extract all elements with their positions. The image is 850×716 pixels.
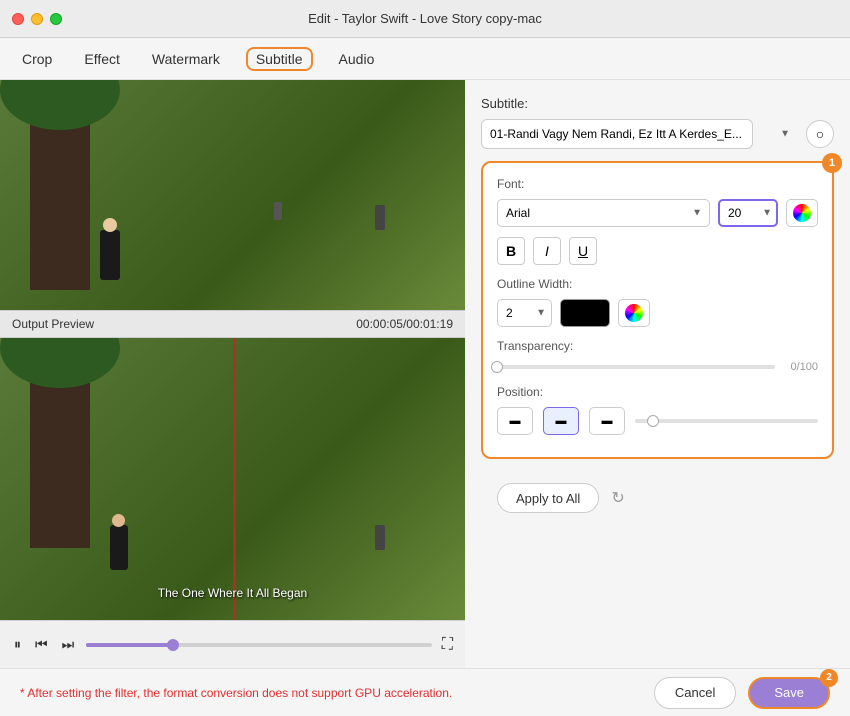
subtitle-overlay: The One Where It All Began xyxy=(158,586,307,600)
font-card: 1 Font: Arial ▼ 20 ▼ xyxy=(481,161,834,459)
maximize-button[interactable] xyxy=(50,13,62,25)
position-center-icon: ▬ xyxy=(556,415,567,427)
subtitle-section-label: Subtitle: xyxy=(481,96,834,111)
close-button[interactable] xyxy=(12,13,24,25)
progress-fill xyxy=(86,643,172,647)
scene-figure-top xyxy=(100,230,120,280)
subtitle-search-button[interactable]: ○ xyxy=(806,120,834,148)
position-center-button[interactable]: ▬ xyxy=(543,407,579,435)
subtitle-select-wrapper: 01-Randi Vagy Nem Randi, Ez Itt A Kerdes… xyxy=(481,119,798,149)
window-title: Edit - Taylor Swift - Love Story copy-ma… xyxy=(308,11,542,26)
transparency-row: 0/100 xyxy=(497,361,818,373)
outline-section: Outline Width: 2 ▼ xyxy=(497,277,818,327)
tab-crop[interactable]: Crop xyxy=(16,47,58,71)
video-preview-top xyxy=(0,80,465,310)
pause-button[interactable]: ⏸ xyxy=(12,634,23,655)
outline-label: Outline Width: xyxy=(497,277,818,291)
footer-warning: * After setting the filter, the format c… xyxy=(20,686,452,700)
position-right-icon: ▬ xyxy=(602,415,613,427)
right-panel-inner: Subtitle: 01-Randi Vagy Nem Randi, Ez It… xyxy=(481,96,834,523)
save-badge: 2 xyxy=(820,669,838,687)
apply-row: Apply to All ↻ xyxy=(481,473,834,523)
subtitle-select[interactable]: 01-Randi Vagy Nem Randi, Ez Itt A Kerdes… xyxy=(481,119,753,149)
tab-effect[interactable]: Effect xyxy=(78,47,126,71)
scene-person-bottom xyxy=(110,525,128,570)
traffic-lights xyxy=(12,13,62,25)
position-slider-thumb[interactable] xyxy=(647,415,659,427)
bold-button[interactable]: B xyxy=(497,237,525,265)
footer-buttons: Cancel 2 Save xyxy=(654,677,830,709)
main-content: Output Preview 00:00:05/00:01:19 The One… xyxy=(0,80,850,668)
outline-select-wrapper: 2 ▼ xyxy=(497,299,552,327)
footer: * After setting the filter, the format c… xyxy=(0,668,850,716)
position-section: Position: ▬ ▬ ▬ xyxy=(497,385,818,435)
position-slider[interactable] xyxy=(635,419,818,423)
transparency-value: 0/100 xyxy=(783,361,818,373)
progress-thumb[interactable] xyxy=(167,639,179,651)
playback-controls: ⏸ ⏮ ⏭ ⛶ xyxy=(0,620,465,668)
transparency-label: Transparency: xyxy=(497,339,818,353)
tab-audio[interactable]: Audio xyxy=(333,47,381,71)
transparency-slider-thumb[interactable] xyxy=(491,361,503,373)
progress-track[interactable] xyxy=(86,643,432,647)
titlebar: Edit - Taylor Swift - Love Story copy-ma… xyxy=(0,0,850,38)
prev-button[interactable]: ⏮ xyxy=(33,634,50,655)
position-left-icon: ▬ xyxy=(510,415,521,427)
save-button[interactable]: Save xyxy=(748,677,830,709)
position-left-button[interactable]: ▬ xyxy=(497,407,533,435)
transparency-slider[interactable] xyxy=(497,365,775,369)
font-row: Arial ▼ 20 ▼ xyxy=(497,199,818,227)
minimize-button[interactable] xyxy=(31,13,43,25)
font-family-select[interactable]: Arial xyxy=(497,199,710,227)
tab-subtitle[interactable]: Subtitle xyxy=(246,47,313,71)
position-label: Position: xyxy=(497,385,818,399)
refresh-button[interactable]: ↻ xyxy=(611,488,624,508)
video-bg-top xyxy=(0,80,465,310)
font-label: Font: xyxy=(497,177,818,191)
right-panel: Subtitle: 01-Randi Vagy Nem Randi, Ez It… xyxy=(465,80,850,668)
output-preview-time: 00:00:05/00:01:19 xyxy=(356,317,453,331)
outline-color-button[interactable] xyxy=(618,299,650,327)
transparency-section: Transparency: 0/100 xyxy=(497,339,818,373)
subtitle-select-arrow-icon: ▼ xyxy=(780,129,790,140)
font-select-wrapper: Arial ▼ xyxy=(497,199,710,227)
scene-tree-bottom xyxy=(30,348,90,548)
save-button-wrapper: 2 Save xyxy=(748,677,830,709)
red-line xyxy=(233,338,236,620)
bg-figure-b xyxy=(375,525,385,550)
color-wheel-icon xyxy=(793,204,811,222)
outline-width-select[interactable]: 2 xyxy=(497,299,552,327)
position-right-button[interactable]: ▬ xyxy=(589,407,625,435)
search-icon: ○ xyxy=(816,126,824,142)
nav-tabs: Crop Effect Watermark Subtitle Audio xyxy=(0,38,850,80)
bg-figure2 xyxy=(274,202,282,220)
font-size-select[interactable]: 20 xyxy=(718,199,778,227)
output-preview-label: Output Preview xyxy=(12,317,94,331)
video-preview-bottom: The One Where It All Began xyxy=(0,338,465,620)
next-button[interactable]: ⏭ xyxy=(60,634,77,655)
tab-watermark[interactable]: Watermark xyxy=(146,47,226,71)
outline-color-wheel-icon xyxy=(625,304,643,322)
outline-row: 2 ▼ xyxy=(497,299,818,327)
scene-tree-top xyxy=(30,90,90,290)
position-row: ▬ ▬ ▬ xyxy=(497,407,818,435)
cancel-button[interactable]: Cancel xyxy=(654,677,736,709)
bg-figure xyxy=(375,205,385,230)
font-card-badge: 1 xyxy=(822,153,842,173)
outline-color-swatch[interactable] xyxy=(560,299,610,327)
fullscreen-button[interactable]: ⛶ xyxy=(442,636,453,654)
video-bg-bottom: The One Where It All Began xyxy=(0,338,465,620)
apply-to-all-button[interactable]: Apply to All xyxy=(497,483,599,513)
font-color-button[interactable] xyxy=(786,199,818,227)
size-select-wrapper: 20 ▼ xyxy=(718,199,778,227)
video-panel: Output Preview 00:00:05/00:01:19 The One… xyxy=(0,80,465,668)
subtitle-select-row: 01-Randi Vagy Nem Randi, Ez Itt A Kerdes… xyxy=(481,119,834,149)
style-buttons: B I U xyxy=(497,237,818,265)
output-preview-bar: Output Preview 00:00:05/00:01:19 xyxy=(0,310,465,338)
italic-button[interactable]: I xyxy=(533,237,561,265)
underline-button[interactable]: U xyxy=(569,237,597,265)
